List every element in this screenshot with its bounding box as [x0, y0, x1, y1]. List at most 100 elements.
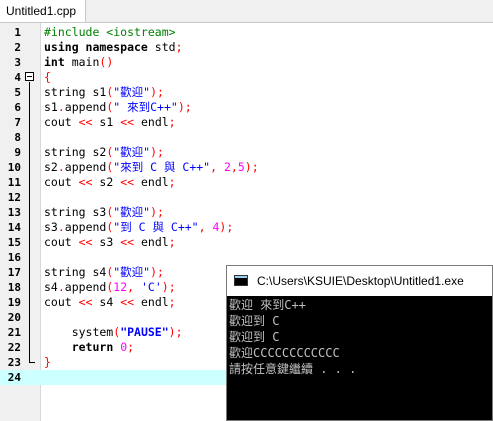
code-token: cout [44, 115, 79, 129]
line-number: 17 [7, 266, 21, 279]
console-output-line: 歡迎CCCCCCCCCCCC [229, 346, 340, 360]
code-line[interactable]: 4{ [0, 70, 493, 85]
line-number: 2 [14, 41, 21, 54]
code-line[interactable]: 13 string s3("歡迎"); [0, 205, 493, 220]
code-token: . [57, 220, 65, 234]
code-token: s4 [92, 295, 121, 309]
line-number: 16 [7, 251, 21, 264]
code-text: s1.append(" 來到C++"); [44, 100, 192, 115]
console-output-line: 歡迎 來到C++ [229, 298, 306, 312]
fold-guide-line [29, 82, 30, 363]
line-number: 19 [7, 296, 21, 309]
code-token: << [120, 175, 135, 189]
code-token: cout [44, 235, 79, 249]
code-token: () [99, 55, 114, 69]
code-token: << [120, 115, 135, 129]
code-token: ); [150, 85, 164, 99]
code-token: ); [161, 280, 176, 294]
code-token: append [64, 220, 107, 234]
line-number: 24 [7, 371, 21, 384]
code-token: ); [177, 100, 192, 114]
code-token: ); [168, 325, 183, 339]
code-text: cout << s2 << endl; [44, 175, 176, 190]
code-token: << [78, 175, 93, 189]
code-token: << [78, 295, 93, 309]
code-text: string s2("歡迎"); [44, 145, 164, 160]
code-token: "PAUSE" [120, 325, 169, 339]
code-line[interactable]: 8 [0, 130, 493, 145]
code-token: ); [219, 220, 234, 234]
code-text: s3.append("到 C 與 C++", 4); [44, 220, 233, 235]
code-token: system [44, 325, 114, 339]
code-token: append [64, 160, 107, 174]
code-token: . [57, 100, 65, 114]
code-token: string s2 [44, 145, 107, 159]
console-title-bar[interactable]: C:\Users\KSUIE\Desktop\Untitled1.exe [227, 266, 492, 296]
tab-untitled1-cpp[interactable]: Untitled1.cpp [0, 0, 86, 22]
code-token: << [120, 235, 135, 249]
line-number: 4 [14, 71, 21, 84]
console-window[interactable]: C:\Users\KSUIE\Desktop\Untitled1.exe 歡迎 … [226, 265, 493, 421]
code-token: "歡迎" [113, 205, 151, 219]
code-token: , [127, 280, 141, 294]
code-line[interactable]: 7 cout << s1 << endl; [0, 115, 493, 130]
line-number: 5 [14, 86, 21, 99]
fold-end-marker [29, 362, 35, 363]
line-number: 10 [7, 161, 21, 174]
code-token: << [78, 235, 93, 249]
code-text: { [44, 70, 51, 85]
code-token: "到 C 與 C++" [113, 220, 199, 234]
code-token: ; [168, 175, 176, 189]
code-token: 'C' [141, 280, 162, 294]
code-token: << [78, 115, 93, 129]
code-token: endl [134, 235, 169, 249]
line-number: 7 [14, 116, 21, 129]
code-token: ; [168, 235, 176, 249]
fold-collapse-icon[interactable] [25, 72, 34, 81]
code-token: ); [150, 145, 164, 159]
code-token: cout [44, 295, 79, 309]
code-token: append [64, 100, 107, 114]
code-line[interactable]: 16 [0, 250, 493, 265]
code-line[interactable]: 14 s3.append("到 C 與 C++", 4); [0, 220, 493, 235]
code-token: s3 [44, 220, 58, 234]
code-line[interactable]: 5 string s1("歡迎"); [0, 85, 493, 100]
code-text: string s4("歡迎"); [44, 265, 164, 280]
code-token: s3 [92, 235, 121, 249]
code-line[interactable]: 2 using namespace std; [0, 40, 493, 55]
code-token: "歡迎" [113, 85, 151, 99]
code-text: cout << s4 << endl; [44, 295, 176, 310]
code-line[interactable]: 15 cout << s3 << endl; [0, 235, 493, 250]
code-token: using namespace [44, 40, 148, 54]
code-token: s1 [92, 115, 121, 129]
code-token: 5 [237, 160, 245, 174]
code-line[interactable]: 12 [0, 190, 493, 205]
tab-label: Untitled1.cpp [6, 4, 77, 18]
line-number: 12 [7, 191, 21, 204]
code-token: s4 [44, 280, 58, 294]
console-output-line: 歡迎到 C [229, 330, 280, 344]
line-number: 13 [7, 206, 21, 219]
line-number: 3 [14, 56, 21, 69]
code-line[interactable]: 10 s2.append("來到 C 與 C++", 2,5); [0, 160, 493, 175]
code-text: int main() [44, 55, 113, 70]
console-output-line: 歡迎到 C [229, 314, 280, 328]
line-number: 14 [7, 221, 21, 234]
line-number: 9 [14, 146, 21, 159]
code-line[interactable]: 9 string s2("歡迎"); [0, 145, 493, 160]
code-token: s1 [44, 100, 58, 114]
code-line[interactable]: 3 int main() [0, 55, 493, 70]
code-text: cout << s1 << endl; [44, 115, 176, 130]
line-number: 20 [7, 311, 21, 324]
code-token: string s1 [44, 85, 107, 99]
code-line[interactable]: 11 cout << s2 << endl; [0, 175, 493, 190]
code-line[interactable]: 1 #include <iostream> [0, 25, 493, 40]
line-number: 1 [14, 26, 21, 39]
console-output: 歡迎 來到C++ 歡迎到 C 歡迎到 C 歡迎CCCCCCCCCCCC 請按任意鍵繼續 … [227, 296, 492, 420]
code-token: . [57, 160, 65, 174]
code-line[interactable]: 6 s1.append(" 來到C++"); [0, 100, 493, 115]
code-token: return [71, 340, 114, 354]
console-title: C:\Users\KSUIE\Desktop\Untitled1.exe [257, 274, 464, 288]
line-number: 6 [14, 101, 21, 114]
